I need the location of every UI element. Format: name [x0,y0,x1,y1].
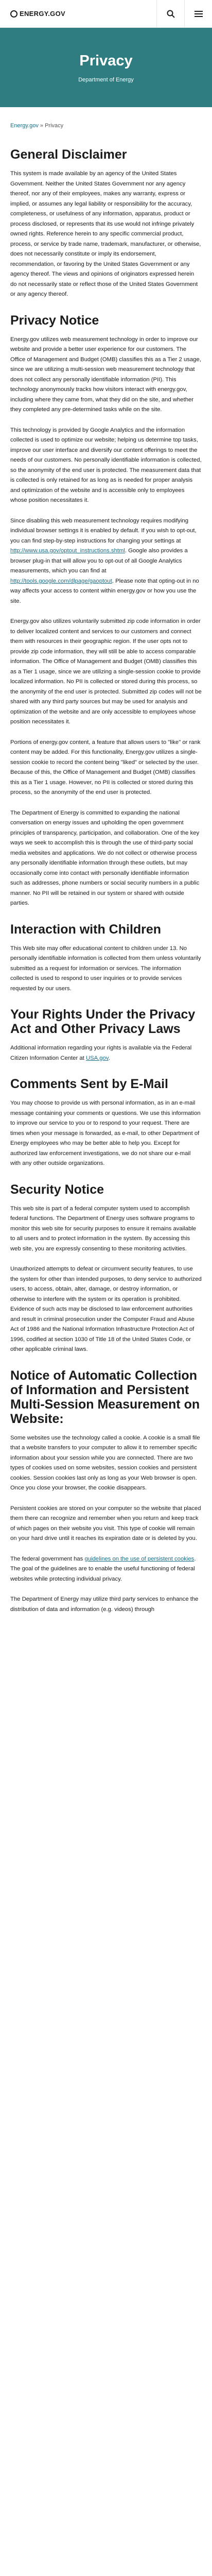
rights-text: Additional information regarding your ri… [10,1043,202,1063]
cookies-paragraph-1: Some websites use the technology called … [10,1434,200,1492]
site-header: ENERGY.GOV [0,0,212,28]
hero-banner: Privacy Department of Energy [0,28,212,107]
cookies-heading: Notice of Automatic Collection of Inform… [10,1368,200,1426]
menu-button[interactable] [184,0,212,28]
privacy-paragraph-5: Portions of energy.gov content, a featur… [10,739,201,796]
optout-text-a: Since disabling this web measurement tec… [10,517,197,544]
general-disclaimer-text: This system is made available by an agen… [10,171,201,297]
privacy-paragraph-4: Energy.gov also utilizes voluntarily sub… [10,618,202,725]
cookies-text-a: The federal government has [10,1555,85,1562]
logo-text: ENERGY.GOV [20,10,65,18]
search-button[interactable] [156,0,184,28]
privacy-paragraph-3: Since disabling this web measurement tec… [10,516,202,607]
privacy-paragraph-1: Energy.gov utilizes web measurement tech… [10,336,201,413]
cookies-paragraph-3: The federal government has guidelines on… [10,1554,202,1585]
google-optout-link[interactable]: http://tools.google.com/dlpage/gaoptout [10,578,112,584]
children-heading: Interaction with Children [10,922,162,937]
doe-seal-icon [10,10,17,18]
security-paragraph-1: This web site is part of a federal compu… [10,1205,197,1252]
privacy-paragraph-6: The Department of Energy is committed to… [10,809,200,907]
email-comments-heading: Comments Sent by E-Mail [10,1077,168,1091]
breadcrumb-separator: » [38,123,45,129]
main-content: General Disclaimer This system is made a… [0,147,212,1646]
usa-optout-link[interactable]: http://www.usa.gov/optout_instructions.s… [10,548,125,554]
rights-text-b: . [108,1055,110,1061]
breadcrumb-current: Privacy [45,123,64,129]
cookies-paragraph-2: Persistent cookies are stored on your co… [10,1505,201,1542]
search-icon [167,10,175,18]
page-title: Privacy [79,52,133,69]
security-paragraph-2: Unauthorized attempts to defeat or circu… [10,1266,202,1352]
general-disclaimer-heading: General Disclaimer [10,147,127,162]
email-comments-text: You may choose to provide us with person… [10,1100,201,1166]
privacy-paragraph-2: This technology is provided by Google An… [10,427,202,504]
site-logo[interactable]: ENERGY.GOV [0,10,156,18]
breadcrumb-home-link[interactable]: Energy.gov [10,123,39,129]
breadcrumb: Energy.gov » Privacy [0,107,212,134]
cookies-paragraph-4: The Department of Energy may utilize thi… [10,1596,199,1613]
privacy-notice-heading: Privacy Notice [10,313,99,328]
usa-gov-link[interactable]: USA.gov [86,1055,109,1061]
persistent-cookies-guidelines-link[interactable]: guidelines on the use of persistent cook… [84,1556,194,1562]
security-heading: Security Notice [10,1182,104,1197]
children-text: This Web site may offer educational cont… [10,945,201,992]
menu-icon [194,10,203,17]
page-subtitle: Department of Energy [78,76,134,83]
rights-heading: Your Rights Under the Privacy Act and Ot… [10,1007,196,1036]
